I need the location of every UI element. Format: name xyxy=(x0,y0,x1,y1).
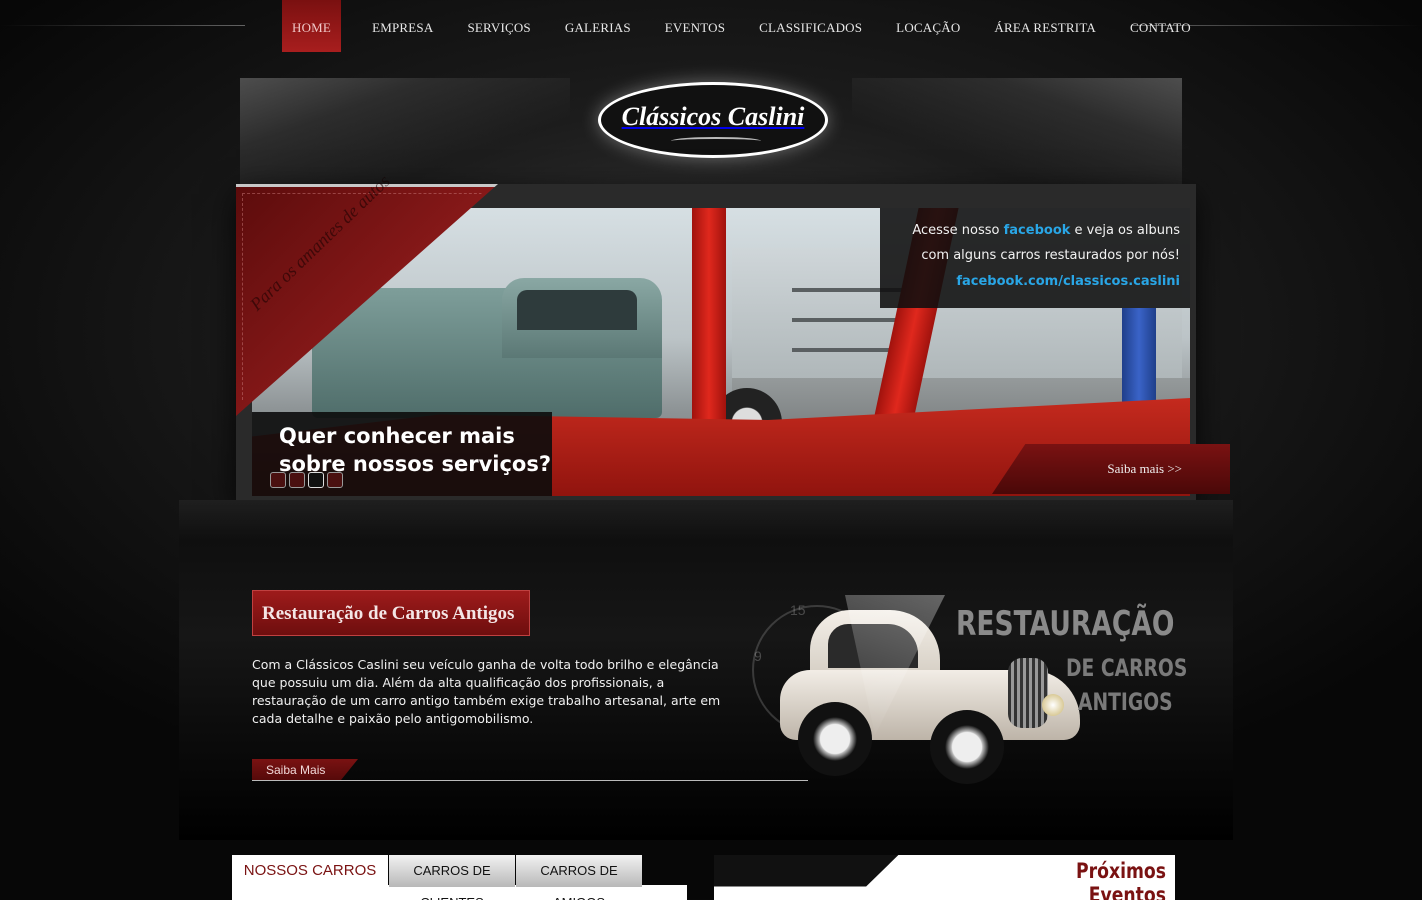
facebook-text-line2: com alguns carros restaurados por nós! xyxy=(921,248,1180,263)
nav-area-restrita[interactable]: ÁREA RESTRITA xyxy=(977,0,1113,52)
nav-home[interactable]: HOME xyxy=(282,0,342,52)
slider-saiba-mais-button[interactable]: Saiba mais >> xyxy=(992,444,1230,494)
nav-classificados[interactable]: CLASSIFICADOS xyxy=(742,0,879,52)
cars-tabs: NOSSOS CARROS CARROS DE CLIENTES CARROS … xyxy=(232,855,687,900)
lift-post xyxy=(692,208,726,438)
art-subtitle-1: DE CARROS xyxy=(1066,654,1188,682)
car-headlamp xyxy=(1042,694,1064,716)
tab-carros-de-amigos[interactable]: CARROS DE AMIGOS xyxy=(516,855,642,900)
truck-window xyxy=(517,290,637,330)
nav-contato[interactable]: CONTATO xyxy=(1113,0,1208,52)
facebook-box: Acesse nosso facebook e veja os albuns c… xyxy=(880,208,1190,308)
main-nav: HOME EMPRESA SERVIÇOS GALERIAS EVENTOS C… xyxy=(282,0,1208,52)
nav-galerias[interactable]: GALERIAS xyxy=(548,0,648,52)
section-underline xyxy=(252,780,808,781)
facebook-word: facebook xyxy=(1003,223,1071,238)
art-title: RESTAURAÇÃO xyxy=(956,604,1175,644)
saiba-mais-button[interactable]: Saiba Mais xyxy=(252,759,358,780)
section-title: Restauração de Carros Antigos xyxy=(252,590,530,636)
slider-dot-1[interactable] xyxy=(270,472,286,488)
nav-line-left xyxy=(0,25,245,26)
slider-dot-3[interactable] xyxy=(308,472,324,488)
section-text: Com a Clássicos Caslini seu veículo ganh… xyxy=(252,657,721,726)
nav-empresa[interactable]: EMPRESA xyxy=(355,0,450,52)
tab-nossos-carros[interactable]: NOSSOS CARROS xyxy=(232,855,388,900)
tab-carros-de-clientes[interactable]: CARROS DE CLIENTES xyxy=(389,855,515,900)
events-title: Próximos Eventos xyxy=(1076,859,1166,900)
nav-eventos[interactable]: EVENTOS xyxy=(648,0,742,52)
site-logo[interactable]: Clássicos Caslini xyxy=(598,82,828,158)
car-wheel xyxy=(798,702,872,776)
car-wheel xyxy=(930,710,1004,784)
gauge-number: 9 xyxy=(754,648,762,664)
logo-text: Clássicos Caslini xyxy=(621,102,805,131)
caption-title: Quer conhecer mais sobre nossos serviços… xyxy=(279,424,552,476)
nav-servicos[interactable]: SERVIÇOS xyxy=(450,0,547,52)
header-wing-right xyxy=(852,78,1182,188)
logo-wings-icon xyxy=(671,137,761,145)
slider-dot-2[interactable] xyxy=(289,472,305,488)
facebook-link[interactable]: facebook.com/classicos.caslini xyxy=(880,274,1180,289)
art-subtitle-2: ANTIGOS xyxy=(1078,688,1173,716)
slider-dot-4[interactable] xyxy=(327,472,343,488)
slider-pagination xyxy=(270,472,343,488)
facebook-text-line1: Acesse nosso facebook e veja os albuns xyxy=(912,223,1180,238)
car-grille xyxy=(1008,658,1048,728)
nav-locacao[interactable]: LOCAÇÃO xyxy=(879,0,977,52)
panel-sheen xyxy=(179,500,1233,540)
